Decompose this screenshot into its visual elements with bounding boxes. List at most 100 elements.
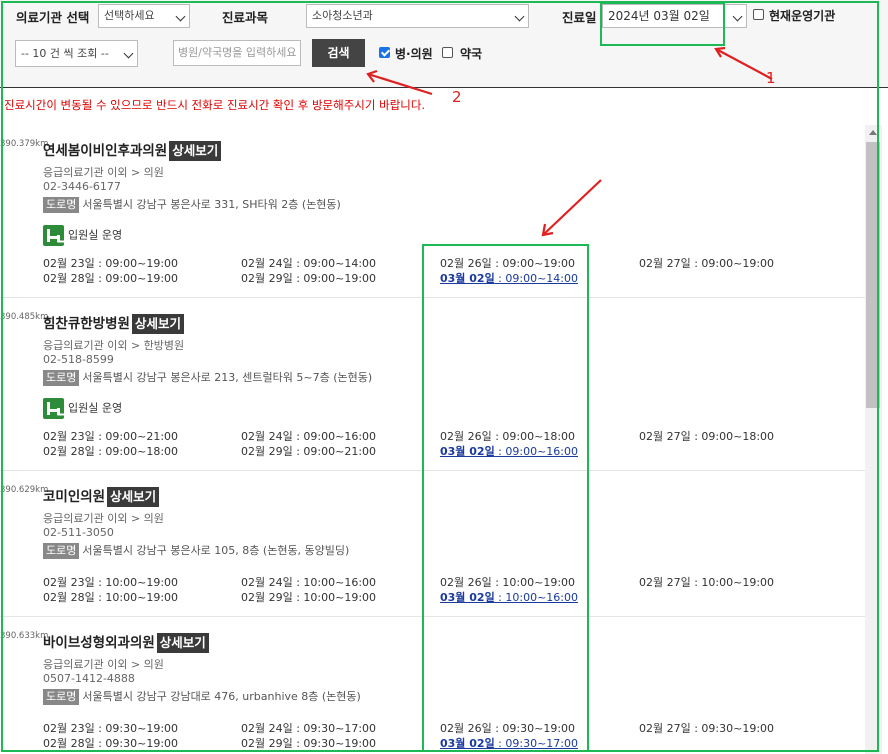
address: 도로명 서울특별시 강남구 봉은사로 105, 8층 (논현동, 동양빌딩)	[43, 542, 349, 559]
address: 도로명 서울특별시 강남구 봉은사로 331, SH타워 2층 (논현동)	[43, 196, 341, 213]
today-hours-link[interactable]: 03월 02일 : 09:30~17:00	[440, 735, 578, 751]
notice-text: 진료시간이 변동될 수 있으므로 반드시 전화로 진료시간 확인 후 방문해주시…	[4, 98, 426, 112]
hours-text: 02월 24일 : 09:00~16:00	[241, 430, 377, 443]
today-time: : 10:00~16:00	[494, 591, 579, 604]
hours-text: 02월 28일 : 09:30~19:00	[43, 737, 179, 750]
date-select[interactable]: 2024년 03월 02일	[602, 4, 747, 28]
scroll-up-arrow-icon[interactable]	[869, 130, 877, 135]
institution-select-value: 선택하세요	[104, 9, 155, 22]
address-text: 서울특별시 강남구 봉은사로 213, 센트럴타워 5~7층 (논현동)	[82, 371, 373, 384]
address: 도로명 서울특별시 강남구 봉은사로 213, 센트럴타워 5~7층 (논현동)	[43, 369, 372, 386]
chevron-down-icon	[175, 11, 186, 22]
hours-text: 02월 27일 : 09:00~19:00	[639, 257, 775, 270]
search-input[interactable]: 병원/약국명을 입력하세요	[173, 40, 301, 66]
list-item: 390.379km 연세봄이비인후과의원 상세보기 응급의료기관 이외 > 의원 …	[0, 125, 865, 298]
chevron-down-icon	[123, 48, 134, 59]
detail-button[interactable]: 상세보기	[131, 314, 184, 334]
result-list[interactable]: 390.379km 연세봄이비인후과의원 상세보기 응급의료기관 이외 > 의원 …	[0, 125, 865, 754]
open-now-checkbox[interactable]	[753, 9, 764, 20]
hospital-name: 코미인의원 상세보기	[43, 485, 160, 507]
pharmacy-checkbox[interactable]	[442, 47, 453, 58]
hours-text: 02월 29일 : 09:30~19:00	[241, 737, 377, 750]
date-label: 진료일	[562, 10, 597, 25]
hours-text: 02월 24일 : 10:00~16:00	[241, 576, 377, 589]
address: 도로명 서울특별시 강남구 강남대로 476, urbanhive 8층 (논현동…	[43, 688, 361, 705]
today-date: 03월 02일	[440, 737, 495, 750]
phone-text: 02-518-8599	[43, 353, 114, 366]
address-text: 서울특별시 강남구 봉은사로 331, SH타워 2층 (논현동)	[82, 198, 341, 211]
road-badge: 도로명	[43, 543, 80, 559]
hours-text: 02월 28일 : 10:00~19:00	[43, 591, 179, 604]
ward-info: 입원실 운영	[43, 225, 122, 246]
today-date: 03월 02일	[440, 445, 495, 458]
annotation-label-2: 2	[452, 88, 462, 106]
scrollbar-thumb[interactable]	[866, 142, 880, 408]
search-input-placeholder: 병원/약국명을 입력하세요	[178, 46, 297, 59]
road-badge: 도로명	[43, 689, 80, 705]
hours-text: 02월 24일 : 09:00~14:00	[241, 257, 377, 270]
hours-text: 02월 26일 : 09:30~19:00	[440, 722, 576, 735]
bed-icon	[43, 398, 64, 419]
list-item: 390.485km 힘찬큐한방병원 상세보기 응급의료기관 이외 > 한방병원 0…	[0, 298, 865, 471]
today-date: 03월 02일	[440, 591, 495, 604]
hours-text: 02월 27일 : 09:30~19:00	[639, 722, 775, 735]
hours-text: 02월 28일 : 09:00~19:00	[43, 272, 179, 285]
hours-text: 02월 23일 : 09:00~19:00	[43, 257, 179, 270]
phone-text: 02-511-3050	[43, 526, 114, 539]
hospital-label: 병·의원	[395, 47, 433, 61]
institution-label: 의료기관 선택	[16, 10, 90, 25]
hospital-name: 힘찬큐한방병원 상세보기	[43, 312, 184, 334]
hours-text: 02월 27일 : 10:00~19:00	[639, 576, 775, 589]
detail-button[interactable]: 상세보기	[169, 141, 222, 161]
hours-text: 02월 24일 : 09:30~17:00	[241, 722, 377, 735]
hospital-name-text: 연세봄이비인후과의원	[43, 143, 168, 159]
chevron-down-icon	[514, 11, 525, 22]
today-hours-link[interactable]: 03월 02일 : 09:00~16:00	[440, 443, 578, 459]
dept-select[interactable]: 소아청소년과	[306, 4, 529, 28]
institution-select[interactable]: 선택하세요	[98, 4, 190, 28]
today-hours-link[interactable]: 03월 02일 : 10:00~16:00	[440, 589, 578, 605]
page-size-select[interactable]: -- 10 건 씩 조회 --	[15, 40, 138, 67]
today-time: : 09:00~16:00	[494, 445, 579, 458]
hours-text: 02월 26일 : 09:00~19:00	[440, 257, 576, 270]
hours-text: 02월 27일 : 09:00~18:00	[639, 430, 775, 443]
hours-text: 02월 29일 : 09:00~19:00	[241, 272, 377, 285]
ward-info: 입원실 운영	[43, 398, 122, 419]
bed-icon	[43, 225, 64, 246]
distance-text: 390.633km	[0, 631, 49, 641]
hours-text: 02월 26일 : 09:00~18:00	[440, 430, 576, 443]
category-text: 응급의료기관 이외 > 의원	[43, 512, 164, 525]
hours-text: 02월 23일 : 10:00~19:00	[43, 576, 179, 589]
ward-label: 입원실 운영	[68, 228, 123, 242]
hospital-name: 바이브성형외과의원 상세보기	[43, 631, 209, 653]
list-item: 390.629km 코미인의원 상세보기 응급의료기관 이외 > 의원 02-51…	[0, 471, 865, 617]
hospital-checkbox[interactable]	[379, 47, 390, 58]
today-time: : 09:00~14:00	[494, 272, 579, 285]
today-hours-link[interactable]: 03월 02일 : 09:00~14:00	[440, 270, 578, 286]
list-item: 390.633km 바이브성형외과의원 상세보기 응급의료기관 이외 > 의원 0…	[0, 617, 865, 754]
address-text: 서울특별시 강남구 봉은사로 105, 8층 (논현동, 동양빌딩)	[82, 544, 350, 557]
hospital-name-text: 힘찬큐한방병원	[43, 316, 130, 332]
ward-label: 입원실 운영	[68, 401, 123, 415]
phone-text: 02-3446-6177	[43, 180, 121, 193]
hospital-name-text: 코미인의원	[43, 489, 106, 505]
detail-button[interactable]: 상세보기	[156, 633, 209, 653]
phone-text: 0507-1412-4888	[43, 672, 135, 685]
distance-text: 390.629km	[0, 485, 49, 495]
category-text: 응급의료기관 이외 > 의원	[43, 658, 164, 671]
search-button[interactable]: 검색	[312, 39, 365, 67]
dept-label: 진료과목	[222, 10, 269, 25]
today-time: : 09:30~17:00	[494, 737, 579, 750]
page-size-value: -- 10 건 씩 조회 --	[21, 47, 109, 60]
hospital-name: 연세봄이비인후과의원 상세보기	[43, 139, 222, 161]
hours-text: 02월 29일 : 10:00~19:00	[241, 591, 377, 604]
filter-panel: 의료기관 선택 선택하세요 진료과목 소아청소년과 진료일 2024년 03월 …	[0, 0, 888, 88]
hours-text: 02월 23일 : 09:00~21:00	[43, 430, 179, 443]
category-text: 응급의료기관 이외 > 한방병원	[43, 339, 185, 352]
today-date: 03월 02일	[440, 272, 495, 285]
detail-button[interactable]: 상세보기	[107, 487, 160, 507]
hours-text: 02월 23일 : 09:30~19:00	[43, 722, 179, 735]
hours-text: 02월 26일 : 10:00~19:00	[440, 576, 576, 589]
dept-select-value: 소아청소년과	[312, 9, 373, 22]
pharmacy-label: 약국	[460, 47, 483, 61]
